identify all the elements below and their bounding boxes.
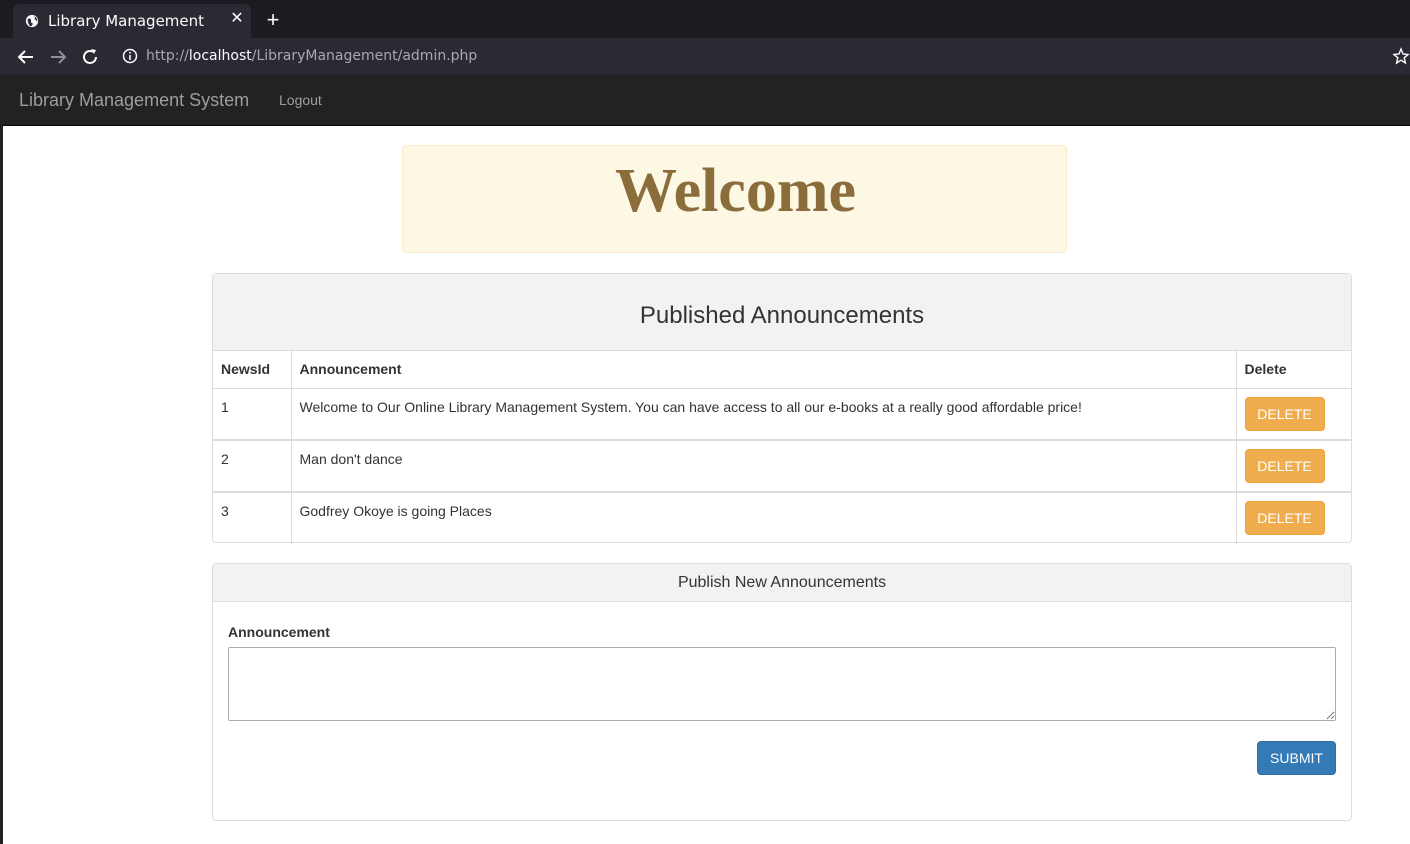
submit-button[interactable]: SUBMIT — [1257, 741, 1336, 775]
browser-tab-bar: Library Management ✕ + — [0, 0, 1410, 38]
back-arrow-icon[interactable] — [15, 46, 37, 68]
navbar-brand[interactable]: Library Management System — [19, 90, 249, 111]
table-row: 1 Welcome to Our Online Library Manageme… — [213, 388, 1351, 440]
browser-tab[interactable]: Library Management ✕ — [13, 4, 251, 38]
announcement-cell: Man don't dance — [291, 439, 1237, 492]
table-header-row: NewsId Announcement Delete — [213, 351, 1351, 389]
announcement-cell: Godfrey Okoye is going Places — [291, 491, 1237, 544]
reload-icon[interactable] — [79, 46, 101, 68]
url-scheme: http:// — [146, 48, 189, 64]
delete-cell: DELETE — [1236, 491, 1351, 544]
news-id-cell: 3 — [213, 491, 292, 544]
url-field[interactable]: http://localhost/LibraryManagement/admin… — [146, 48, 477, 64]
publish-announcement-panel: Publish New Announcements Announcement S… — [212, 563, 1352, 821]
announcement-cell: Welcome to Our Online Library Management… — [291, 388, 1237, 440]
delete-button[interactable]: DELETE — [1244, 501, 1325, 535]
new-tab-icon[interactable]: + — [262, 9, 284, 32]
news-id-cell: 2 — [213, 439, 292, 492]
app-navbar: Library Management System Logout — [3, 75, 1410, 126]
close-tab-icon[interactable]: ✕ — [228, 10, 246, 28]
browser-toolbar: http://localhost/LibraryManagement/admin… — [0, 38, 1410, 75]
column-header-announcement: Announcement — [291, 351, 1237, 389]
url-host: localhost — [188, 48, 252, 64]
logout-link[interactable]: Logout — [279, 92, 322, 108]
globe-icon — [25, 14, 39, 28]
publish-announcement-title: Publish New Announcements — [677, 574, 887, 591]
window-edge — [0, 75, 3, 844]
delete-cell: DELETE — [1236, 439, 1351, 492]
welcome-heading: Welcome — [614, 157, 856, 225]
panel-heading: Publish New Announcements — [213, 564, 1351, 602]
url-path: /LibraryManagement/admin.php — [251, 48, 478, 64]
delete-cell: DELETE — [1236, 388, 1351, 440]
announcements-table: NewsId Announcement Delete 1 Welcome to … — [213, 351, 1351, 544]
site-info-icon[interactable] — [122, 48, 138, 64]
panel-heading: Published Announcements — [213, 274, 1351, 351]
welcome-banner: Welcome — [402, 145, 1067, 253]
announcement-textarea[interactable] — [228, 647, 1336, 721]
column-header-delete: Delete — [1236, 351, 1351, 389]
delete-button[interactable]: DELETE — [1244, 396, 1325, 431]
published-announcements-panel: Published Announcements NewsId Announcem… — [212, 273, 1352, 544]
forward-arrow-icon[interactable] — [47, 46, 69, 68]
delete-button[interactable]: DELETE — [1244, 449, 1325, 483]
column-header-newsid: NewsId — [213, 351, 292, 389]
news-id-cell: 1 — [213, 388, 292, 440]
announcement-label: Announcement — [228, 624, 330, 640]
bookmark-star-icon[interactable] — [1392, 46, 1410, 66]
table-row: 2 Man don't dance DELETE — [213, 439, 1351, 492]
published-announcements-title: Published Announcements — [639, 302, 925, 329]
table-row: 3 Godfrey Okoye is going Places DELETE — [213, 491, 1351, 544]
tab-title: Library Management — [48, 12, 205, 30]
